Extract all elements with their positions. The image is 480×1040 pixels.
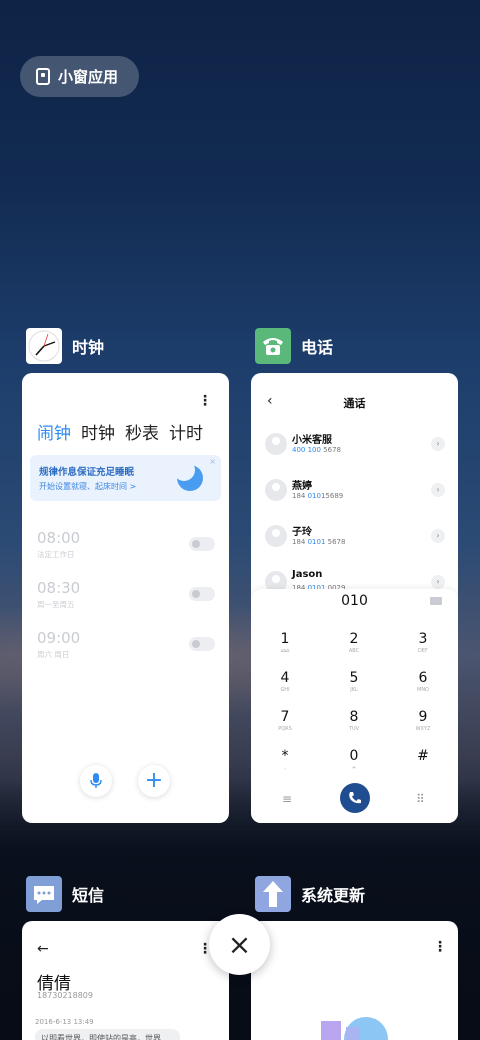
avatar xyxy=(265,525,287,547)
alarm-repeat: 周六 周日 xyxy=(37,650,70,659)
tab-stopwatch[interactable]: 秒表 xyxy=(125,419,159,444)
tab-clock[interactable]: 时钟 xyxy=(81,419,115,444)
backspace-icon[interactable] xyxy=(430,597,442,605)
avatar xyxy=(265,433,287,455)
contact-name: 小米客服 xyxy=(292,435,332,446)
app-header-phone[interactable]: 电话 xyxy=(255,328,333,364)
close-icon: × xyxy=(227,927,252,961)
key-1[interactable]: 1 ഥഥ xyxy=(265,631,305,655)
contact-number: 184 01015689 xyxy=(292,492,344,500)
key-9[interactable]: 9 WXYZ xyxy=(403,709,443,733)
call-button[interactable] xyxy=(340,783,370,813)
chevron-right-icon[interactable]: › xyxy=(431,575,445,589)
floating-window-label: 小窗应用 xyxy=(58,68,119,86)
contact-number: 400 100 5678 xyxy=(292,446,341,454)
key-2[interactable]: 2 ABC xyxy=(334,631,374,655)
alarm-toggle[interactable] xyxy=(189,537,215,551)
phone-screen-title: 通话 xyxy=(343,397,366,410)
phone-app-card[interactable]: ‹ 通话 小米客服 400 100 5678 › 燕婷 184 01015689… xyxy=(251,373,458,823)
avatar xyxy=(265,479,287,501)
contact-name: 燕婷 xyxy=(292,481,312,492)
clock-app-icon xyxy=(26,328,62,364)
key-4[interactable]: 4 GHI xyxy=(265,670,305,694)
sleep-banner[interactable]: 规律作息保证充足睡眠 开始设置就寝、起床时间 > × xyxy=(30,455,221,501)
key-8[interactable]: 8 TUV xyxy=(334,709,374,733)
contact-item[interactable]: 子玲 184 0101 5678 › xyxy=(265,521,445,557)
menu-icon[interactable]: ≡ xyxy=(282,792,292,806)
sms-app-card[interactable]: ← ⋮ 倩倩 18730218809 2016-6-13 13:49 以即看世界… xyxy=(22,921,229,1040)
tab-alarm[interactable]: 闹钟 xyxy=(37,419,71,444)
floating-window-icon xyxy=(36,68,50,85)
floating-window-button[interactable]: 小窗应用 xyxy=(20,56,139,97)
alarm-toggle[interactable] xyxy=(189,637,215,651)
key-hash[interactable]: # xyxy=(403,748,443,764)
contact-name: Jason xyxy=(292,569,323,580)
contact-item[interactable]: 燕婷 184 01015689 › xyxy=(265,475,445,511)
chevron-right-icon[interactable]: › xyxy=(431,437,445,451)
key-star[interactable]: *, xyxy=(265,748,305,772)
tab-timer[interactable]: 计时 xyxy=(169,419,203,444)
contact-number: 184 0101 5678 xyxy=(292,538,346,546)
clear-all-button[interactable]: × xyxy=(209,914,270,975)
back-arrow-icon[interactable]: ← xyxy=(37,941,49,957)
phone-app-title: 电话 xyxy=(301,338,334,357)
alarm-item[interactable]: 08:00 法定工作日 xyxy=(37,529,217,569)
dialed-number: 010 xyxy=(341,593,368,609)
alarm-repeat: 周一至周五 xyxy=(37,600,75,609)
app-header-update[interactable]: 系统更新 xyxy=(255,876,365,912)
moon-icon xyxy=(173,459,203,491)
banner-title: 规律作息保证充足睡眠 xyxy=(39,467,135,478)
dial-pad: 010 1 ഥഥ 2 ABC 3 DEF 4 GHI 5 JKL 6 MNO 7 PQRS 8… xyxy=(251,589,458,823)
update-app-card[interactable]: ⋮ xyxy=(251,921,458,1040)
more-options-icon[interactable]: ⋮ xyxy=(198,393,212,409)
banner-subtitle: 开始设置就寝、起床时间 > xyxy=(39,482,137,491)
clock-tabs: 闹钟 时钟 秒表 计时 xyxy=(37,419,203,444)
key-7[interactable]: 7 PQRS xyxy=(265,709,305,733)
update-app-title: 系统更新 xyxy=(301,886,366,905)
alarm-item[interactable]: 09:00 周六 周日 xyxy=(37,629,217,669)
plus-icon: + xyxy=(144,768,164,793)
alarm-repeat: 法定工作日 xyxy=(37,550,75,559)
clock-app-card[interactable]: ⋮ 闹钟 时钟 秒表 计时 规律作息保证充足睡眠 开始设置就寝、起床时间 > ×… xyxy=(22,373,229,823)
contact-item[interactable]: 小米客服 400 100 5678 › xyxy=(265,429,445,465)
more-options-icon[interactable]: ⋮ xyxy=(433,939,447,955)
chevron-right-icon[interactable]: › xyxy=(431,529,445,543)
sms-date: 2016-6-13 13:49 xyxy=(35,1018,94,1026)
alarm-toggle[interactable] xyxy=(189,587,215,601)
microphone-icon xyxy=(90,773,102,788)
sms-message: 以即看世界，即使站的是高，世界 xyxy=(35,1029,180,1040)
close-icon[interactable]: × xyxy=(209,457,216,466)
key-0[interactable]: 0 + xyxy=(334,748,374,772)
app-header-sms[interactable]: 短信 xyxy=(26,876,104,912)
phone-call-icon xyxy=(349,792,361,804)
app-header-clock[interactable]: 时钟 xyxy=(26,328,104,364)
key-5[interactable]: 5 JKL xyxy=(334,670,374,694)
dialpad-grid-icon[interactable]: ⠿ xyxy=(416,792,425,806)
chevron-right-icon[interactable]: › xyxy=(431,483,445,497)
contact-name: 子玲 xyxy=(292,527,312,538)
phone-app-icon xyxy=(255,328,291,364)
sms-app-title: 短信 xyxy=(72,886,105,905)
key-3[interactable]: 3 DEF xyxy=(403,631,443,655)
key-6[interactable]: 6 MNO xyxy=(403,670,443,694)
sms-contact-phone: 18730218809 xyxy=(37,991,93,1000)
update-app-icon xyxy=(255,876,291,912)
alarm-item[interactable]: 08:30 周一至周五 xyxy=(37,579,217,619)
clock-app-title: 时钟 xyxy=(72,338,105,357)
add-alarm-button[interactable]: + xyxy=(138,765,170,797)
voice-button[interactable] xyxy=(80,765,112,797)
miui-logo-icon xyxy=(321,1017,388,1040)
sms-app-icon xyxy=(26,876,62,912)
